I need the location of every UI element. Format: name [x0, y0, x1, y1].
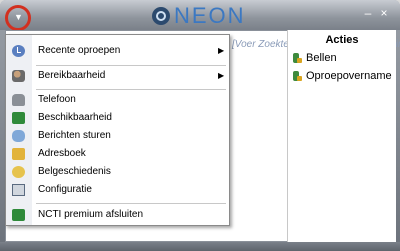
- menu-item-label: Telefoon: [38, 94, 76, 105]
- menu-item-berichten-sturen[interactable]: Berichten sturen: [6, 127, 229, 145]
- logo-mark-icon: [152, 7, 170, 25]
- app-menu-button[interactable]: ▼: [5, 5, 31, 31]
- menu-separator: [36, 65, 226, 66]
- close-button[interactable]: ×: [378, 7, 390, 19]
- menu-item-label: Beschikbaarheid: [38, 112, 112, 123]
- menu-item-label: Berichten sturen: [38, 130, 111, 141]
- menu-item-beschikbaarheid[interactable]: Beschikbaarheid: [6, 109, 229, 127]
- menu-separator: [36, 89, 226, 90]
- menu-item-label: Adresboek: [38, 148, 86, 159]
- menu-item-label: Bereikbaarheid: [38, 70, 106, 81]
- status-bar: [0, 242, 400, 251]
- addressbook-icon: [12, 148, 25, 160]
- actions-title: Acties: [325, 34, 359, 46]
- action-label: Oproepovername: [306, 70, 392, 82]
- history-icon: [12, 166, 25, 178]
- menu-item-label: Belgeschiedenis: [38, 166, 111, 177]
- menu-item-afsluiten[interactable]: NCTI premium afsluiten: [6, 206, 229, 224]
- app-dropdown-menu: Recente oproepen ▶ Bereikbaarheid ▶ Tele…: [5, 34, 230, 226]
- menu-item-label: NCTI premium afsluiten: [38, 209, 144, 220]
- phone-icon: [292, 70, 302, 82]
- minimize-button[interactable]: –: [362, 7, 374, 19]
- app-logo: NEON: [152, 3, 246, 28]
- action-label: Bellen: [306, 52, 337, 64]
- actions-panel: Acties Bellen Oproepovername: [287, 30, 396, 242]
- submenu-arrow-icon: ▶: [218, 46, 225, 55]
- exit-icon: [12, 209, 25, 221]
- action-oproepovername[interactable]: Oproepovername: [292, 70, 392, 82]
- title-bar: NEON – ×: [0, 0, 400, 30]
- availability-icon: [12, 112, 25, 124]
- menu-item-belgeschiedenis[interactable]: Belgeschiedenis: [6, 163, 229, 181]
- menu-separator: [36, 203, 226, 204]
- app-title: NEON: [174, 3, 246, 28]
- menu-item-telefoon[interactable]: Telefoon: [6, 91, 229, 109]
- menu-item-bereikbaarheid[interactable]: Bereikbaarheid ▶: [6, 67, 229, 85]
- action-bellen[interactable]: Bellen: [292, 52, 337, 64]
- submenu-arrow-icon: ▶: [218, 71, 225, 80]
- phone-icon: [292, 52, 302, 64]
- menu-item-label: Recente oproepen: [38, 45, 121, 56]
- menu-item-adresboek[interactable]: Adresboek: [6, 145, 229, 163]
- configuration-icon: [12, 184, 25, 196]
- chevron-down-icon: ▼: [14, 12, 23, 22]
- menu-item-label: Configuratie: [38, 184, 92, 195]
- menu-item-configuratie[interactable]: Configuratie: [6, 181, 229, 199]
- people-icon: [12, 70, 25, 82]
- message-icon: [12, 130, 25, 142]
- menu-item-recente-oproepen[interactable]: Recente oproepen ▶: [6, 42, 229, 60]
- clock-icon: [12, 45, 25, 57]
- app-window: NEON – × ▼ [Voer Zoektekst of te bellen …: [0, 0, 400, 251]
- telephone-icon: [12, 94, 25, 106]
